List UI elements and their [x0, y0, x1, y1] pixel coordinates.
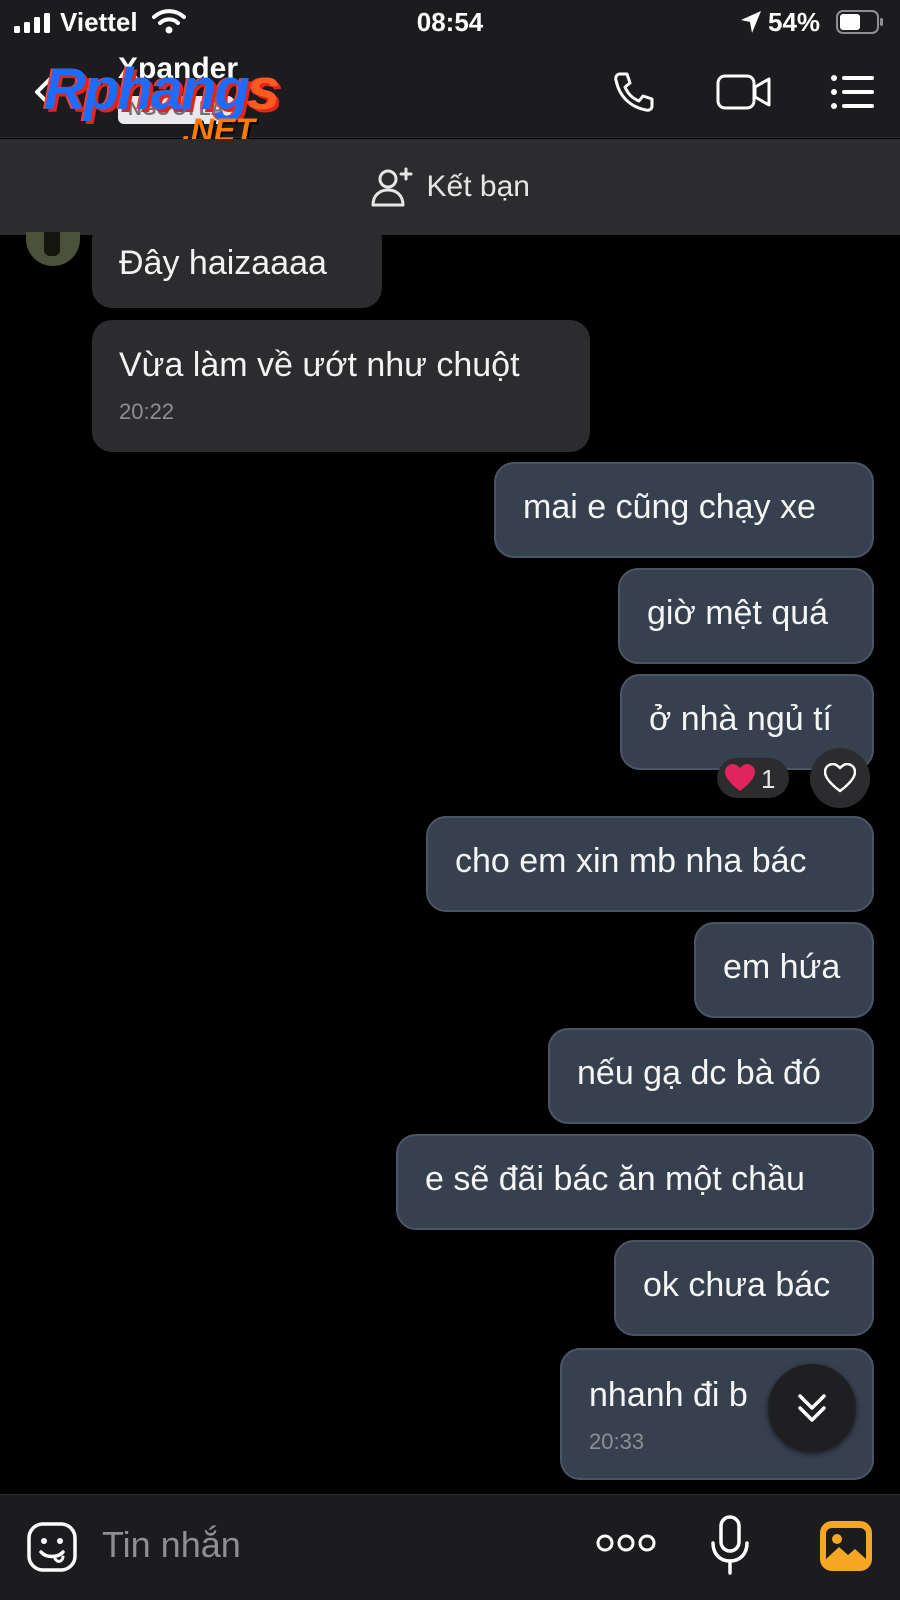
- chevron-double-down-icon: [798, 1394, 826, 1422]
- message-text: em hứa: [723, 948, 841, 986]
- battery-percentage: 54%: [768, 7, 821, 37]
- message-text: ở nhà ngủ tí: [649, 700, 832, 738]
- message-text: cho em xin mb nha bác: [455, 842, 807, 880]
- battery-icon: [836, 10, 883, 34]
- message-bubble-outgoing[interactable]: e sẽ đãi bác ăn một chầu: [396, 1134, 874, 1230]
- add-friend-label: Kết bạn: [426, 170, 530, 203]
- message-text: Vừa làm về ướt như chuột: [119, 346, 520, 384]
- message-bubble-outgoing[interactable]: em hứa: [694, 922, 874, 1018]
- message-time: 20:22: [119, 399, 175, 424]
- message-text: mai e cũng chạy xe: [523, 488, 816, 526]
- heart-icon: [725, 764, 755, 791]
- message-bubble-outgoing[interactable]: nếu gạ dc bà đó: [548, 1028, 874, 1124]
- location-arrow-icon: [741, 11, 761, 33]
- reaction-count: 1: [761, 764, 776, 794]
- sticker-smile-icon[interactable]: [26, 1521, 78, 1573]
- message-bubble-incoming[interactable]: Đây haizaaaa: [92, 232, 382, 308]
- chat-header: Xpander NGƯỜI LẠ Rphangs .NET: [0, 46, 900, 148]
- status-bar: Viettel 08:54 54%: [0, 0, 900, 46]
- phone-icon[interactable]: [610, 68, 658, 116]
- avatar[interactable]: [26, 232, 80, 266]
- message-text: e sẽ đãi bác ăn một chầu: [425, 1160, 805, 1198]
- more-dots-icon[interactable]: [596, 1531, 656, 1555]
- reaction-badge[interactable]: 1: [717, 758, 789, 798]
- message-bubble-incoming[interactable]: Vừa làm về ướt như chuột 20:22: [92, 320, 590, 452]
- message-input-bar: [0, 1494, 900, 1600]
- react-button[interactable]: [810, 748, 870, 808]
- message-text: nếu gạ dc bà đó: [577, 1054, 821, 1092]
- message-bubble-outgoing[interactable]: mai e cũng chạy xe: [494, 462, 874, 558]
- add-user-icon: [371, 167, 413, 207]
- add-friend-bar[interactable]: Kết bạn: [0, 139, 900, 235]
- message-bubble-outgoing[interactable]: cho em xin mb nha bác: [426, 816, 874, 912]
- microphone-icon[interactable]: [710, 1515, 750, 1577]
- image-icon[interactable]: [818, 1519, 874, 1573]
- message-bubble-outgoing[interactable]: giờ mệt quá: [618, 568, 874, 664]
- list-menu-icon[interactable]: [828, 68, 876, 116]
- message-bubble-outgoing[interactable]: ok chưa bác: [614, 1240, 874, 1336]
- video-camera-icon[interactable]: [716, 68, 772, 116]
- message-text: ok chưa bác: [643, 1266, 831, 1304]
- message-text: giờ mệt quá: [647, 594, 829, 632]
- message-input[interactable]: [102, 1517, 562, 1573]
- scroll-to-bottom-button[interactable]: [768, 1364, 856, 1452]
- message-text: Đây haizaaaa: [119, 244, 327, 282]
- heart-outline-icon: [824, 763, 856, 793]
- status-time: 08:54: [416, 7, 484, 37]
